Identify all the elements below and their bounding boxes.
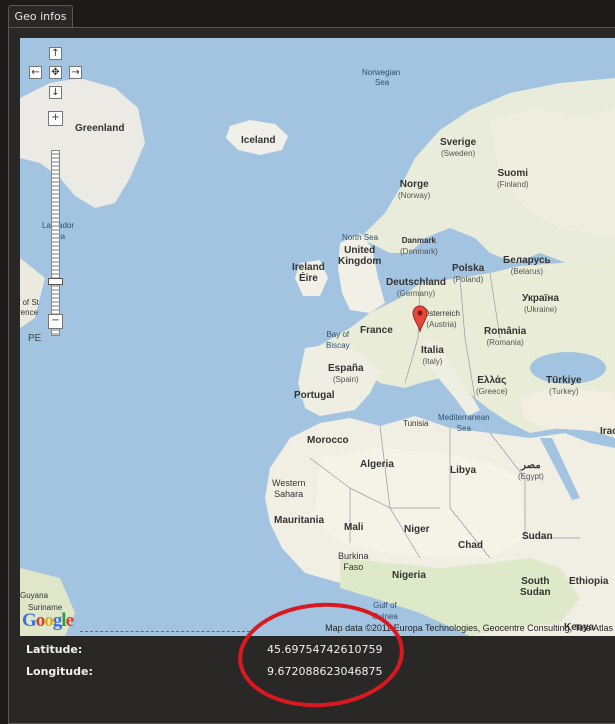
label-suomi: Suomi (Finland) [497, 168, 529, 189]
label-united-kingdom: United Kingdom [338, 245, 382, 267]
google-logo: Google [22, 610, 74, 631]
label-libya: Libya [450, 465, 477, 476]
pan-center-button[interactable]: ✥ [49, 66, 62, 79]
label-guyana: Guyana [20, 591, 49, 600]
label-misr: مصر (Egypt) [518, 460, 544, 481]
pan-down-button[interactable]: ↓ [49, 86, 62, 99]
label-niger: Niger [404, 524, 430, 535]
label-polska: Polska (Poland) [452, 263, 485, 284]
location-marker-icon[interactable] [412, 305, 428, 333]
label-turkiye: Türkiye (Turkey) [546, 375, 582, 396]
label-norwegian-sea-2: Sea [375, 78, 390, 87]
label-south-sudan: South Sudan [520, 576, 551, 598]
longitude-label: Longitude: [26, 665, 93, 678]
tab-geo-infos[interactable]: Geo infos [8, 5, 73, 28]
pan-right-button[interactable]: → [69, 66, 82, 79]
label-burkina-faso: Burkina Faso [338, 551, 369, 572]
label-norge: Norge (Norway) [398, 179, 431, 200]
label-mauritania: Mauritania [274, 515, 325, 526]
label-morocco: Morocco [307, 435, 349, 446]
label-espana: España (Spain) [328, 363, 364, 384]
label-romania: România (Romania) [484, 326, 527, 347]
label-belarus: Беларусь (Belarus) [503, 255, 551, 276]
label-pe: PE [28, 333, 42, 344]
zoom-slider[interactable] [51, 150, 60, 336]
label-iceland: Iceland [241, 135, 276, 146]
latitude-label: Latitude: [26, 643, 83, 656]
label-ireland: Ireland Éire [292, 262, 325, 284]
zoom-slider-thumb[interactable] [48, 278, 63, 285]
label-deutschland: Deutschland (Germany) [386, 277, 447, 298]
label-lawrence: rence [20, 308, 39, 317]
label-sverige: Sverige (Sweden) [440, 137, 477, 158]
map-view[interactable]: Greenland Iceland Norwegian Sea Sverige(… [20, 38, 615, 636]
label-ethiopia: Ethiopia [569, 576, 609, 587]
map-scale-bar [80, 631, 250, 633]
label-mali: Mali [344, 522, 364, 533]
label-iraq: Irac [600, 426, 615, 437]
label-osterreich: Österreich (Austria) [423, 309, 460, 329]
label-sudan: Sudan [522, 531, 553, 542]
pan-up-button[interactable]: ↑ [49, 47, 62, 60]
label-bay-of-biscay: Bay of Biscay [326, 330, 350, 350]
label-ukraina: Україна (Ukraine) [522, 293, 559, 314]
label-france: France [360, 325, 393, 336]
label-mediterranean-sea: Mediterranean Sea [438, 413, 490, 433]
zoom-in-button[interactable]: + [48, 111, 63, 126]
label-tunisia: Tunisia [403, 419, 429, 428]
label-north-sea: North Sea [342, 233, 379, 242]
label-chad: Chad [458, 540, 483, 551]
label-greenland: Greenland [75, 123, 125, 134]
zoom-out-button[interactable]: − [48, 314, 63, 329]
label-algeria: Algeria [360, 459, 394, 470]
label-western-sahara: Western Sahara [272, 478, 306, 499]
pan-left-button[interactable]: ← [29, 66, 42, 79]
label-danmark: Danmark (Denmark) [400, 236, 438, 256]
label-nigeria: Nigeria [392, 570, 426, 581]
label-portugal: Portugal [294, 390, 335, 401]
label-ellas: Ελλάς (Greece) [476, 375, 508, 396]
label-italia: Italia (Italy) [421, 345, 444, 366]
